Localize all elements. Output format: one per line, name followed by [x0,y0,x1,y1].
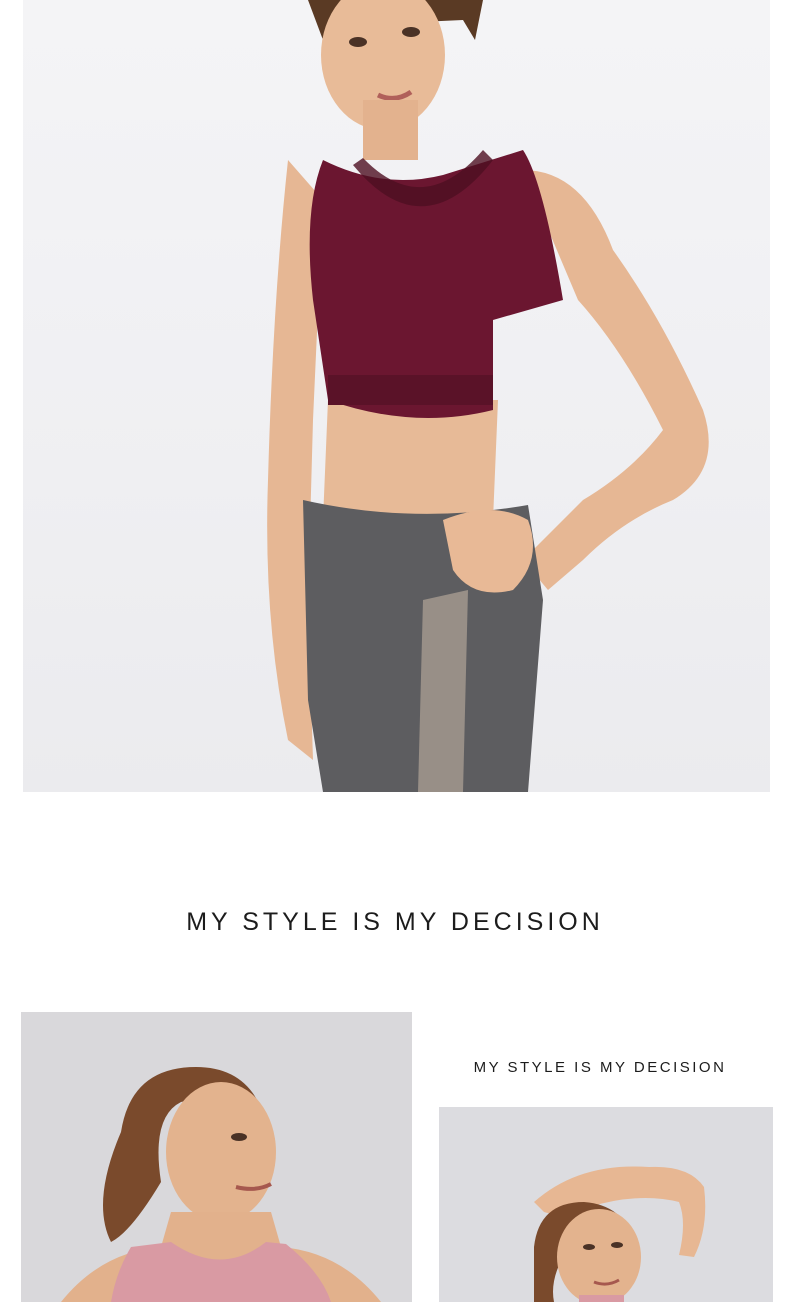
hero-model-illustration [267,0,709,792]
model-illustration-right [439,1107,773,1302]
subheadline-tagline: MY STYLE IS MY DECISION [473,1059,727,1076]
headline-tagline: MY STYLE IS MY DECISION [186,908,604,936]
lifestyle-photo-left [21,1012,412,1302]
hero-product-photo [23,0,770,792]
lifestyle-photo-right [439,1107,773,1302]
model-illustration-left [21,1012,412,1302]
